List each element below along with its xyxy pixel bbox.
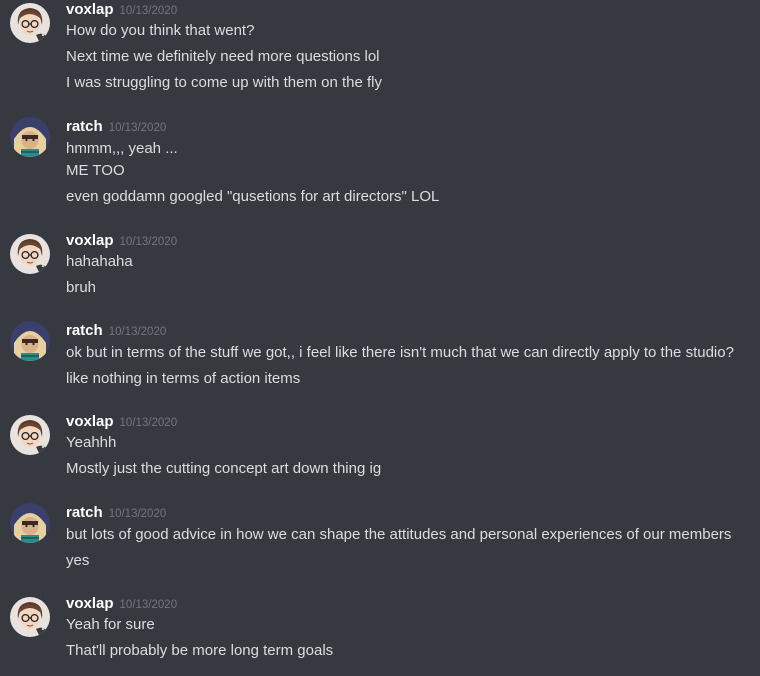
message-text: hmmm,,, yeah ... bbox=[66, 140, 178, 157]
message-text: Mostly just the cutting concept art down… bbox=[66, 460, 382, 477]
message-text: like nothing in terms of action items bbox=[66, 370, 301, 387]
message-text: yes bbox=[66, 552, 90, 569]
message-text: even goddamn googled "qusetions for art … bbox=[66, 188, 440, 205]
message-author[interactable]: voxlap bbox=[66, 413, 114, 430]
message-author[interactable]: voxlap bbox=[66, 595, 114, 612]
message-timestamp[interactable]: 10/13/2020 bbox=[120, 417, 178, 429]
message-author[interactable]: ratch bbox=[66, 118, 103, 135]
ratch-avatar-icon[interactable] bbox=[10, 321, 50, 361]
message-text: Yeah for sure bbox=[66, 616, 155, 633]
message-author[interactable]: voxlap bbox=[66, 232, 114, 249]
message-text: I was struggling to come up with them on… bbox=[66, 74, 382, 91]
message-text: Next time we definitely need more questi… bbox=[66, 48, 380, 65]
message-text: bruh bbox=[66, 279, 97, 296]
message-timestamp[interactable]: 10/13/2020 bbox=[120, 5, 178, 17]
chat-message-list: voxlap 10/13/2020 How do you think that w… bbox=[0, 0, 760, 676]
message-timestamp[interactable]: 10/13/2020 bbox=[109, 508, 167, 520]
message-text: ME TOO bbox=[66, 162, 125, 179]
message-timestamp[interactable]: 10/13/2020 bbox=[109, 326, 167, 338]
message-text: but lots of good advice in how we can sh… bbox=[66, 526, 732, 543]
message-text: That'll probably be more long term goals bbox=[66, 642, 334, 659]
voxlap-avatar-icon[interactable] bbox=[10, 415, 50, 455]
voxlap-avatar-icon[interactable] bbox=[10, 597, 50, 637]
message-author[interactable]: voxlap bbox=[66, 1, 114, 18]
voxlap-avatar-icon[interactable] bbox=[10, 3, 50, 43]
message-timestamp[interactable]: 10/13/2020 bbox=[120, 599, 178, 611]
message-timestamp[interactable]: 10/13/2020 bbox=[109, 122, 167, 134]
message-text: hahahaha bbox=[66, 253, 133, 270]
message-author[interactable]: ratch bbox=[66, 504, 103, 521]
message-author[interactable]: ratch bbox=[66, 322, 103, 339]
message-timestamp[interactable]: 10/13/2020 bbox=[120, 236, 178, 248]
voxlap-avatar-icon[interactable] bbox=[10, 234, 50, 274]
message-text: How do you think that went? bbox=[66, 22, 255, 39]
ratch-avatar-icon[interactable] bbox=[10, 503, 50, 543]
message-text: ok but in terms of the stuff we got,, i … bbox=[66, 344, 734, 361]
ratch-avatar-icon[interactable] bbox=[10, 117, 50, 157]
message-text: Yeahhh bbox=[66, 434, 117, 451]
